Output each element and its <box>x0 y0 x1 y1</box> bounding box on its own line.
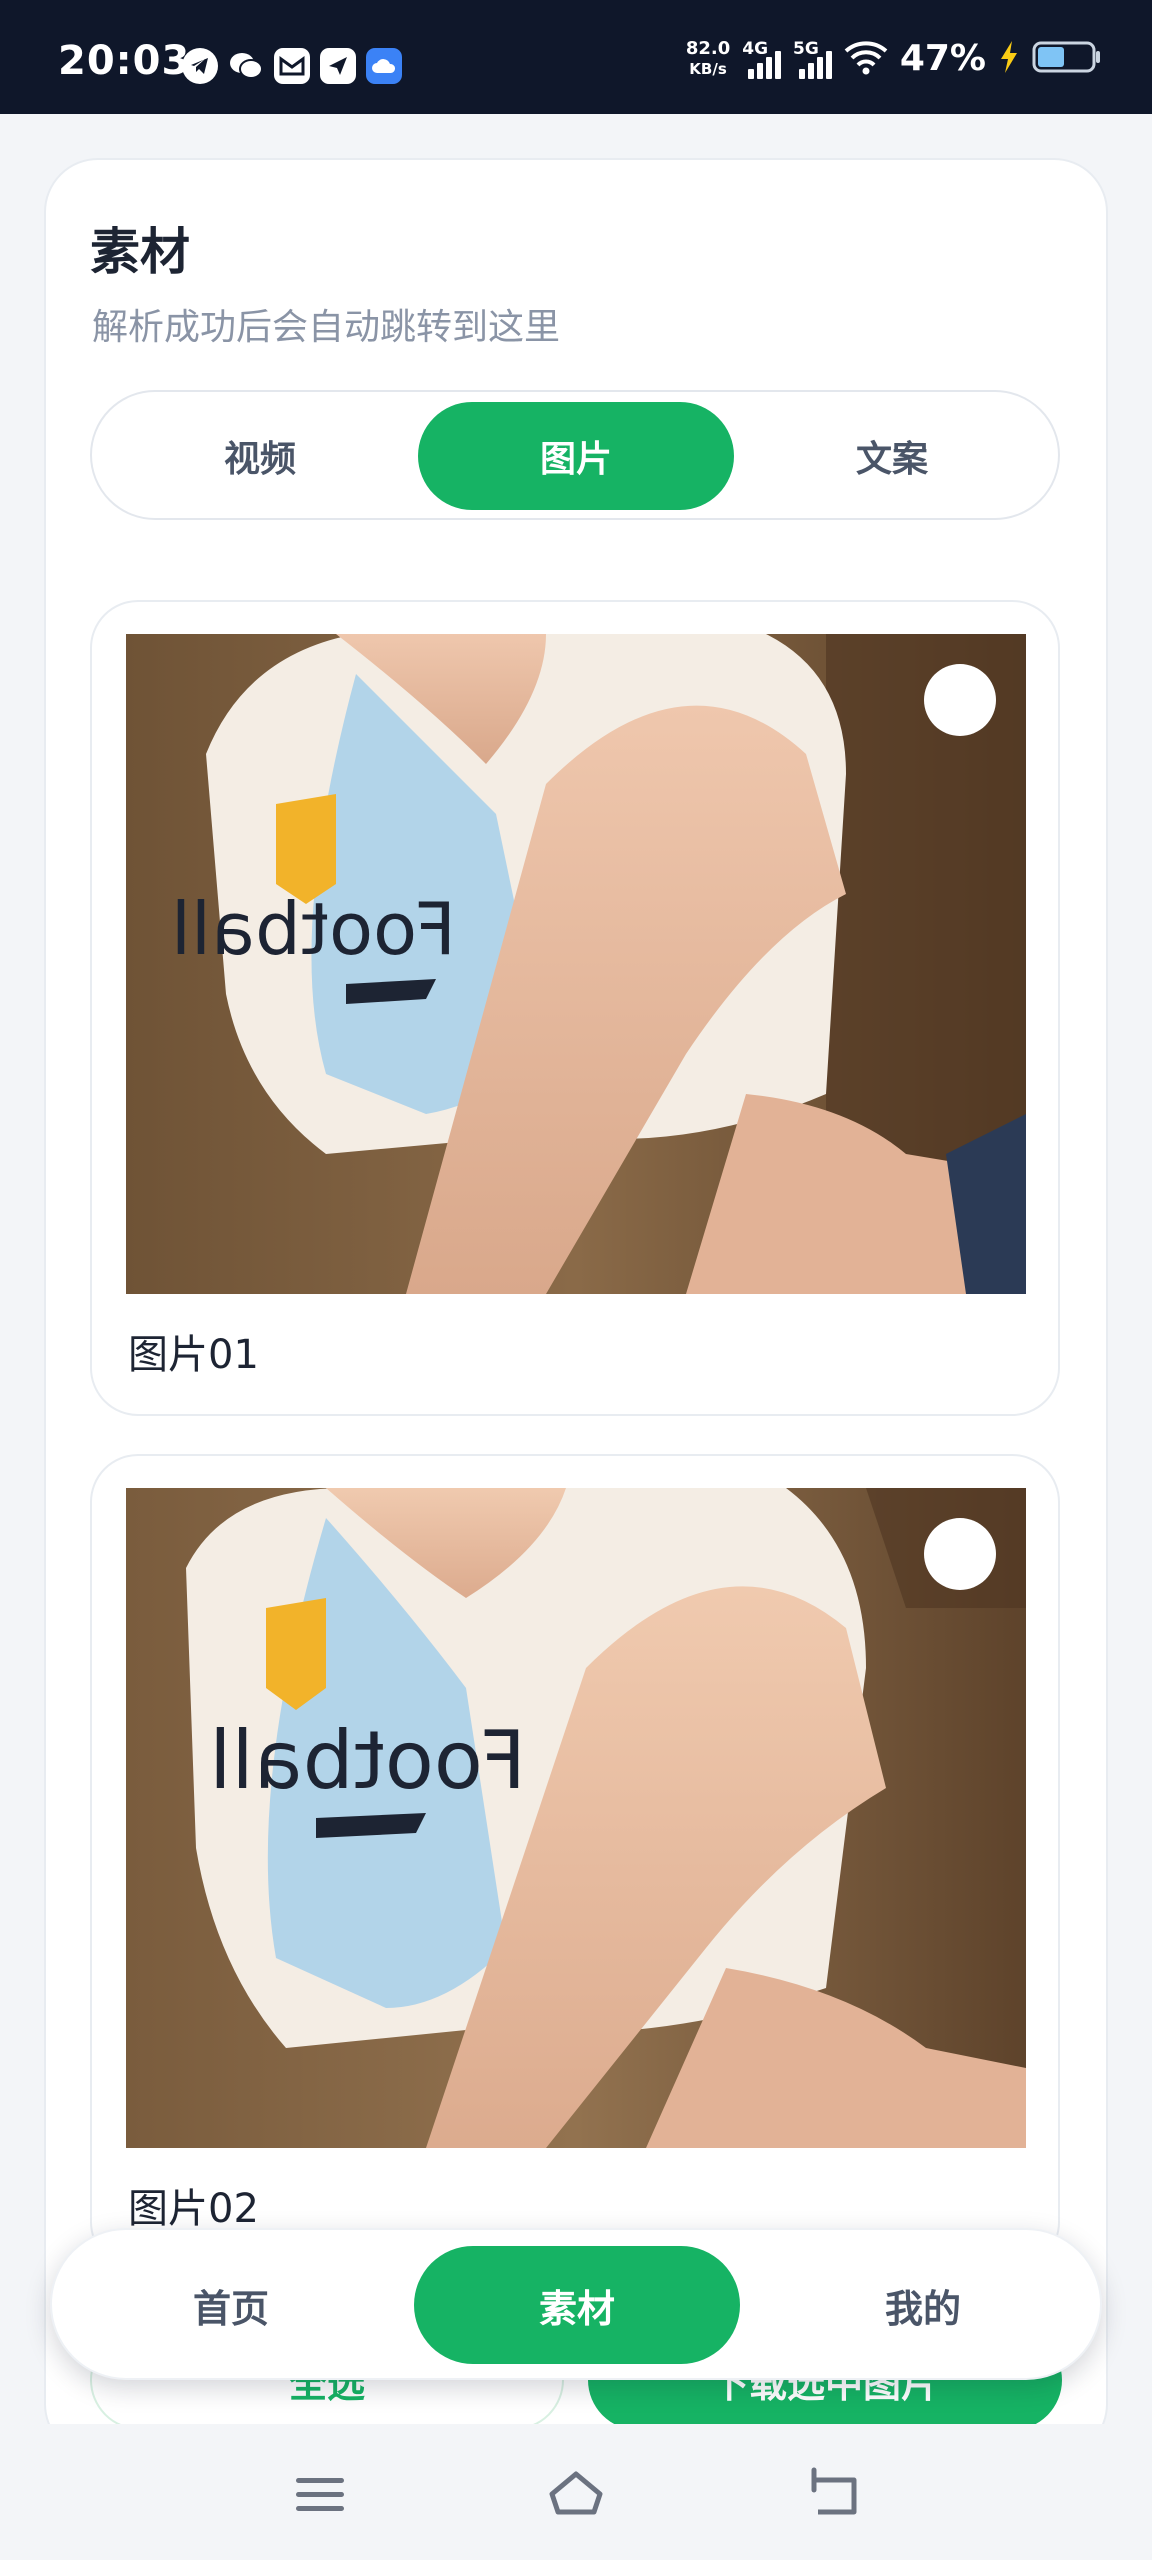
material-type-tabs: 视频 图片 文案 <box>90 390 1060 520</box>
net-speed-value: 82.0 <box>685 37 731 59</box>
net-speed-unit: KB/s <box>689 59 727 78</box>
tab-video[interactable]: 视频 <box>102 402 418 510</box>
image-thumbnail[interactable]: Football <box>126 1488 1026 2148</box>
cloud-icon <box>366 48 402 84</box>
status-indicators: 82.0 KB/s 4G 5G 47% <box>686 38 1102 79</box>
status-app-icons <box>182 48 402 84</box>
bottom-navigation: 首页 素材 我的 <box>50 2228 1102 2380</box>
back-icon[interactable] <box>804 2464 864 2524</box>
select-checkbox[interactable] <box>924 664 996 736</box>
image-card[interactable]: Football 图片02 <box>90 1454 1060 2270</box>
nav-profile[interactable]: 我的 <box>760 2246 1086 2364</box>
image-label: 图片02 <box>128 2186 259 2232</box>
signal-bars-icon <box>748 49 782 79</box>
image-label: 图片01 <box>128 1332 259 1378</box>
tab-images[interactable]: 图片 <box>418 402 734 510</box>
svg-text:Football: Football <box>209 1714 526 1807</box>
telegram-icon <box>182 48 218 84</box>
charging-icon <box>998 40 1020 78</box>
menu-icon[interactable] <box>290 2464 350 2524</box>
battery-icon <box>1032 40 1102 78</box>
net-speed: 82.0 KB/s <box>685 37 731 79</box>
select-checkbox[interactable] <box>924 1518 996 1590</box>
status-bar: 20:03 82.0 KB/s 4G 5G 47% <box>0 0 1152 114</box>
wifi-icon <box>844 39 888 79</box>
system-navigation-bar <box>0 2424 1152 2560</box>
battery-percentage: 47% <box>899 38 986 79</box>
nav-home[interactable]: 首页 <box>68 2246 394 2364</box>
page-title: 素材 <box>90 223 190 281</box>
send-icon <box>320 48 356 84</box>
wechat-icon <box>228 48 264 84</box>
signal-4g: 4G <box>742 39 782 79</box>
status-time: 20:03 <box>58 38 191 84</box>
image-card[interactable]: Football 图片01 <box>90 600 1060 1416</box>
svg-text:Football: Football <box>171 887 456 971</box>
tab-copywriting[interactable]: 文案 <box>734 402 1050 510</box>
image-thumbnail[interactable]: Football <box>126 634 1026 1294</box>
nav-materials[interactable]: 素材 <box>414 2246 740 2364</box>
page-subtitle: 解析成功后会自动跳转到这里 <box>92 307 561 348</box>
signal-bars-icon <box>798 49 832 79</box>
gmail-icon <box>274 48 310 84</box>
signal-5g: 5G <box>793 39 832 79</box>
home-icon[interactable] <box>546 2464 606 2524</box>
